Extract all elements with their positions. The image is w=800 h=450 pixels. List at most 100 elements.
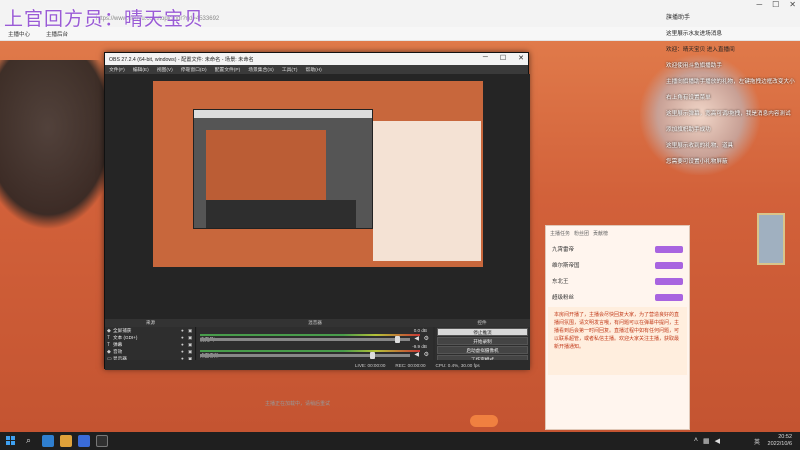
desktop-screen: https://www.douyu.com/topic/ndr?rid=4533… [0, 0, 800, 450]
channel-db: 0.0 dB [413, 328, 427, 333]
dock-headers: 来源 混音器 控件 [105, 319, 530, 327]
channel-db: -9.9 dB [412, 344, 427, 349]
menu-tools[interactable]: 工具(T) [282, 66, 298, 73]
sources-dock: ◆ 全屏捕获 ● ▣ T 文本 (GDI+) ● ▣ T 弹幕 ● ▣ ◆ 音效… [105, 327, 196, 362]
eye-icon[interactable]: ● [181, 342, 188, 347]
notification: 主播向旗播助手播放的礼物，左键拖拽边框改变大小 [666, 79, 795, 85]
folder-icon[interactable] [60, 435, 72, 447]
tab-rank[interactable]: 贡献榜 [593, 230, 608, 237]
slider-knob[interactable] [370, 352, 376, 359]
notification: 欢迎：晴天宝贝 进入直播间 [666, 47, 735, 53]
obs-icon[interactable] [96, 435, 108, 447]
obs-preview-area[interactable] [105, 74, 530, 319]
notification: 这里展示水友进场消息 [666, 31, 722, 37]
network-icon[interactable]: ▦ [703, 437, 710, 445]
menu-docks[interactable]: 停靠窗口(D) [181, 66, 207, 73]
dock-header-mixer: 混音器 [308, 320, 322, 325]
cpu-status: CPU: 0.4%, 30.00 fps [435, 362, 480, 368]
dock-header-controls: 控件 [477, 320, 487, 325]
eye-icon[interactable]: ● [181, 335, 188, 340]
speaker-icon[interactable]: ◀ [414, 351, 419, 358]
taskbar-clock[interactable]: 20:52 2022/10/6 [768, 434, 792, 448]
list-item[interactable]: 东北王 [546, 273, 689, 289]
edge-icon[interactable] [42, 435, 54, 447]
stop-streaming-button[interactable]: 停止推流 [437, 328, 528, 336]
lock-icon[interactable]: ▣ [188, 328, 195, 334]
source-label: 弹幕 [113, 341, 123, 347]
lock-icon[interactable]: ▣ [188, 342, 195, 348]
obs-titlebar[interactable]: OBS 27.2.4 (64-bit, windows) - 配置文件: 未命名… [105, 53, 528, 65]
menu-view[interactable]: 视图(V) [157, 66, 173, 73]
notification: 右上角有设置菜单 [666, 95, 711, 101]
nested-obs-capture [193, 109, 373, 229]
menu-file[interactable]: 文件(F) [109, 66, 125, 73]
volume-icon[interactable]: ◀ [715, 437, 720, 445]
volume-meter [200, 334, 420, 336]
list-item[interactable]: 超级粉丝 [546, 289, 689, 305]
action-button[interactable] [470, 415, 498, 427]
lock-icon[interactable]: ▣ [188, 349, 195, 355]
notification: 欢迎使用斗鱼旗播助手 [666, 63, 722, 69]
tab-fans[interactable]: 粉丝团 [574, 230, 589, 237]
nested-preview [206, 130, 326, 200]
nested-titlebar [194, 110, 372, 118]
nested-mixer [206, 200, 356, 228]
assistant-notifications: 这里展示水友进场消息 欢迎：晴天宝贝 进入直播间 欢迎使用斗鱼旗播助手 主播向旗… [666, 30, 800, 174]
obs-window-controls: ─ ☐ ✕ [483, 54, 524, 62]
status-badge [655, 277, 683, 285]
assistant-label[interactable]: 旗播助手 [666, 12, 690, 21]
status-badge [655, 293, 683, 301]
status-badge [655, 261, 683, 269]
video-thumbnail[interactable] [757, 213, 785, 265]
start-recording-button[interactable]: 开始录制 [437, 337, 528, 345]
list-item[interactable]: 九霄雷帝 [546, 241, 689, 257]
search-icon[interactable]: ⌕ [26, 435, 31, 446]
list-item-label: 九霄雷帝 [552, 247, 575, 253]
gear-icon[interactable]: ⚙ [424, 351, 429, 358]
gear-icon[interactable]: ⚙ [424, 335, 429, 342]
virtual-camera-button[interactable]: 启动虚拟摄像机 [437, 346, 528, 354]
app-icon[interactable] [78, 435, 90, 447]
list-item[interactable]: 维尔斯帝国 [546, 257, 689, 273]
source-item[interactable]: T 文本 (GDI+) ● ▣ [105, 334, 195, 341]
chevron-up-icon[interactable]: ˄ [694, 437, 698, 445]
obs-docks: ◆ 全屏捕获 ● ▣ T 文本 (GDI+) ● ▣ T 弹幕 ● ▣ ◆ 音效… [105, 327, 530, 363]
dock-header-sources: 来源 [145, 320, 156, 325]
source-item[interactable]: ◆ 全屏捕获 ● ▣ [105, 327, 195, 334]
obs-title-text: OBS 27.2.4 (64-bit, windows) - 配置文件: 未命名… [109, 56, 254, 63]
rec-status: REC: 00:00:00 [395, 362, 426, 368]
close-icon[interactable]: ✕ [518, 54, 524, 62]
minimize-icon[interactable]: ─ [483, 54, 488, 62]
tab-tasks[interactable]: 主播任务 [550, 230, 570, 237]
minimize-icon[interactable]: ─ [756, 0, 762, 9]
volume-slider[interactable] [200, 336, 410, 343]
input-language[interactable]: 英 [754, 437, 760, 446]
notification: 这里展示收到的礼物、道具 [666, 143, 734, 149]
obs-menubar: 文件(F) 编辑(E) 视图(V) 停靠窗口(D) 配置文件(P) 场景集合(S… [105, 65, 528, 74]
announcement-text: 本房间开播了，主播会尽快回复大家，为了营造良好的直播间氛围，请文明发言哦，有问题… [548, 307, 687, 375]
lock-icon[interactable]: ▣ [188, 335, 195, 341]
mixer-channel: 麦克风/Aux 0.0 dB ◀ ⚙ [197, 327, 433, 343]
notification: 添加旗帜助手成功 [666, 127, 711, 133]
slider-knob[interactable] [395, 336, 401, 343]
source-item[interactable]: T 弹幕 ● ▣ [105, 341, 195, 348]
close-icon[interactable]: ✕ [789, 0, 796, 9]
audio-mixer-dock: 麦克风/Aux 0.0 dB ◀ ⚙ 桌面音频 -9.9 dB ◀ ⚙ [197, 327, 433, 360]
menu-scene-collection[interactable]: 场景集合(S) [248, 66, 274, 73]
maximize-icon[interactable]: ☐ [500, 54, 506, 62]
source-item[interactable]: ◆ 音效 ● ▣ [105, 348, 195, 355]
menu-help[interactable]: 帮助(H) [306, 66, 322, 73]
eye-icon[interactable]: ● [181, 349, 188, 354]
volume-slider[interactable] [200, 352, 410, 359]
system-tray: ˄ ▦ ◀ [694, 437, 720, 445]
list-item-label: 维尔斯帝国 [552, 263, 580, 269]
speaker-icon[interactable]: ◀ [414, 335, 419, 342]
obs-preview-canvas[interactable] [153, 81, 483, 267]
menu-profile[interactable]: 配置文件(P) [215, 66, 241, 73]
menu-edit[interactable]: 编辑(E) [133, 66, 149, 73]
start-button[interactable] [6, 436, 16, 446]
maximize-icon[interactable]: ☐ [772, 0, 779, 9]
eye-icon[interactable]: ● [181, 328, 188, 333]
loading-text: 主播正在加载中，请稍后重试 [265, 401, 331, 407]
source-label: 音效 [113, 348, 123, 354]
